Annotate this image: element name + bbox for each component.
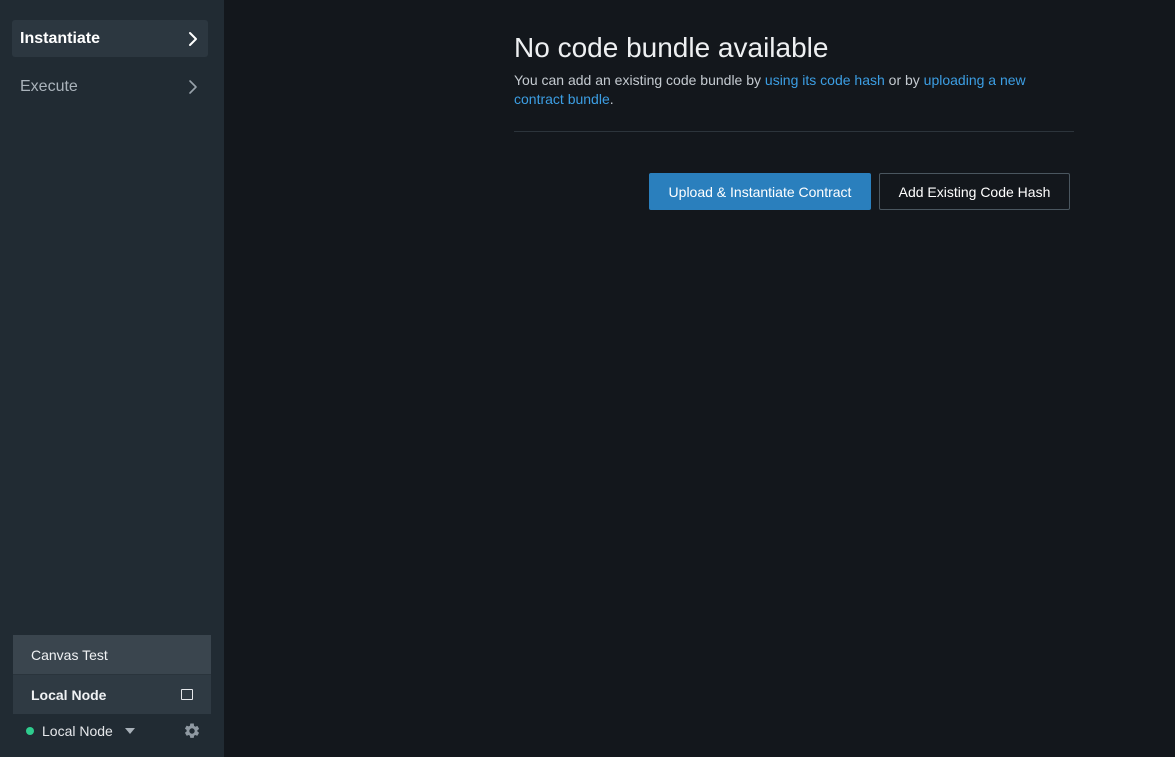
sidebar-item-label: Execute: [20, 77, 78, 95]
divider: [514, 131, 1074, 132]
sidebar-item-label: Instantiate: [20, 29, 101, 47]
app-window: Instantiate Execute Canvas Test Local No…: [0, 0, 1175, 757]
square-icon[interactable]: [181, 689, 193, 700]
caret-down-icon[interactable]: [124, 728, 135, 734]
page-description: You can add an existing code bundle by u…: [514, 71, 1054, 109]
sidebar-item-execute[interactable]: Execute: [12, 68, 208, 105]
main-content: No code bundle available You can add an …: [514, 32, 1074, 132]
status-dot-icon: [26, 727, 34, 735]
gear-icon[interactable]: [182, 721, 202, 741]
node-footer: Local Node: [0, 716, 224, 746]
add-code-hash-button[interactable]: Add Existing Code Hash: [879, 173, 1070, 210]
action-buttons: Upload & Instantiate Contract Add Existi…: [649, 173, 1070, 210]
description-prefix: You can add an existing code bundle by: [514, 72, 765, 88]
account-node-label: Local Node: [31, 686, 107, 703]
sidebar: Instantiate Execute Canvas Test Local No…: [0, 0, 224, 757]
node-select[interactable]: Local Node: [42, 723, 113, 739]
upload-instantiate-button[interactable]: Upload & Instantiate Contract: [649, 173, 871, 210]
account-node-row[interactable]: Local Node: [13, 675, 211, 714]
account-panel: Canvas Test Local Node: [13, 635, 211, 714]
chevron-right-icon: [188, 31, 200, 47]
page-title: No code bundle available: [514, 32, 829, 63]
description-middle: or by: [884, 72, 924, 88]
sidebar-item-instantiate[interactable]: Instantiate: [12, 20, 208, 57]
chevron-right-icon: [188, 79, 200, 95]
description-suffix: .: [609, 91, 614, 107]
account-name[interactable]: Canvas Test: [13, 635, 211, 675]
code-hash-link[interactable]: using its code hash: [765, 72, 885, 88]
